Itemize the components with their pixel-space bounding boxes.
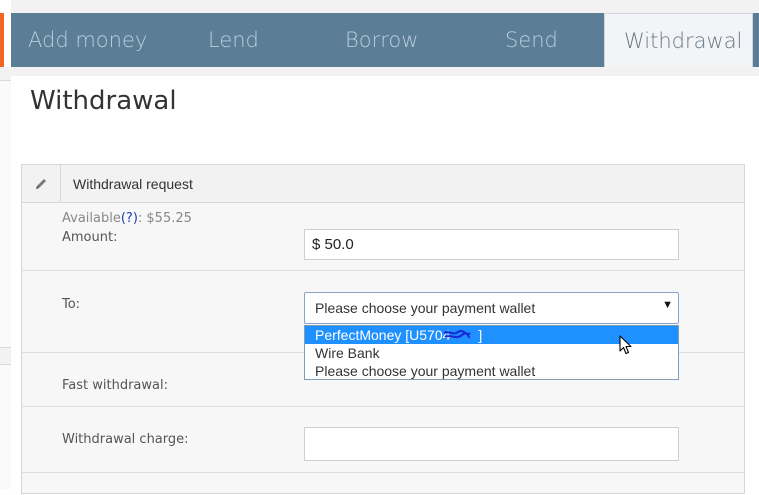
tab-add-money[interactable]: Add money xyxy=(28,13,147,67)
amount-label: Amount: xyxy=(62,230,118,245)
tab-withdrawal[interactable]: Withdrawal xyxy=(604,13,753,67)
tab-borrow[interactable]: Borrow xyxy=(345,13,418,67)
withdrawal-charge-row: Withdrawal charge: xyxy=(22,407,744,473)
mouse-cursor-icon xyxy=(619,335,632,355)
left-panel-fragment xyxy=(0,364,11,489)
option-label: PerfectMoney [U5704 xyxy=(315,327,451,343)
panel-header: Withdrawal request xyxy=(22,165,744,203)
redaction-scribble xyxy=(443,329,471,339)
available-help-link[interactable]: (?) xyxy=(121,211,138,226)
pencil-icon xyxy=(22,165,61,202)
panel-title: Withdrawal request xyxy=(73,176,193,192)
option-placeholder[interactable]: Please choose your payment wallet xyxy=(305,362,678,380)
payment-wallet-select[interactable]: Please choose your payment wallet ▼ xyxy=(304,292,679,324)
fast-withdrawal-label: Fast withdrawal: xyxy=(62,378,168,393)
left-accent-bar xyxy=(0,13,4,67)
tab-lend[interactable]: Lend xyxy=(208,13,259,67)
tab-bar: Add money Lend Borrow Send Withdrawal xyxy=(11,13,759,67)
tab-underline-strip xyxy=(11,67,759,76)
top-strip xyxy=(11,0,759,13)
left-panel-fragment xyxy=(0,80,11,348)
page-title: Withdrawal xyxy=(30,86,177,116)
available-balance: Available(?): $55.25 xyxy=(62,211,192,226)
withdrawal-charge-input[interactable] xyxy=(304,427,679,461)
amount-input[interactable]: $ 50.0 xyxy=(304,229,679,260)
main-content: Withdrawal Withdrawal request Available(… xyxy=(11,76,752,494)
available-label: Available xyxy=(62,211,121,226)
tab-send[interactable]: Send xyxy=(505,13,558,67)
available-value: : $55.25 xyxy=(137,211,192,226)
select-value: Please choose your payment wallet xyxy=(315,300,536,316)
amount-row: Available(?): $55.25 Amount: $ 50.0 xyxy=(22,203,744,271)
withdrawal-charge-label: Withdrawal charge: xyxy=(62,432,189,447)
note-row xyxy=(22,473,744,495)
caret-down-icon: ▼ xyxy=(662,299,673,311)
to-label: To: xyxy=(62,297,81,312)
option-label-suffix: ] xyxy=(478,327,483,343)
